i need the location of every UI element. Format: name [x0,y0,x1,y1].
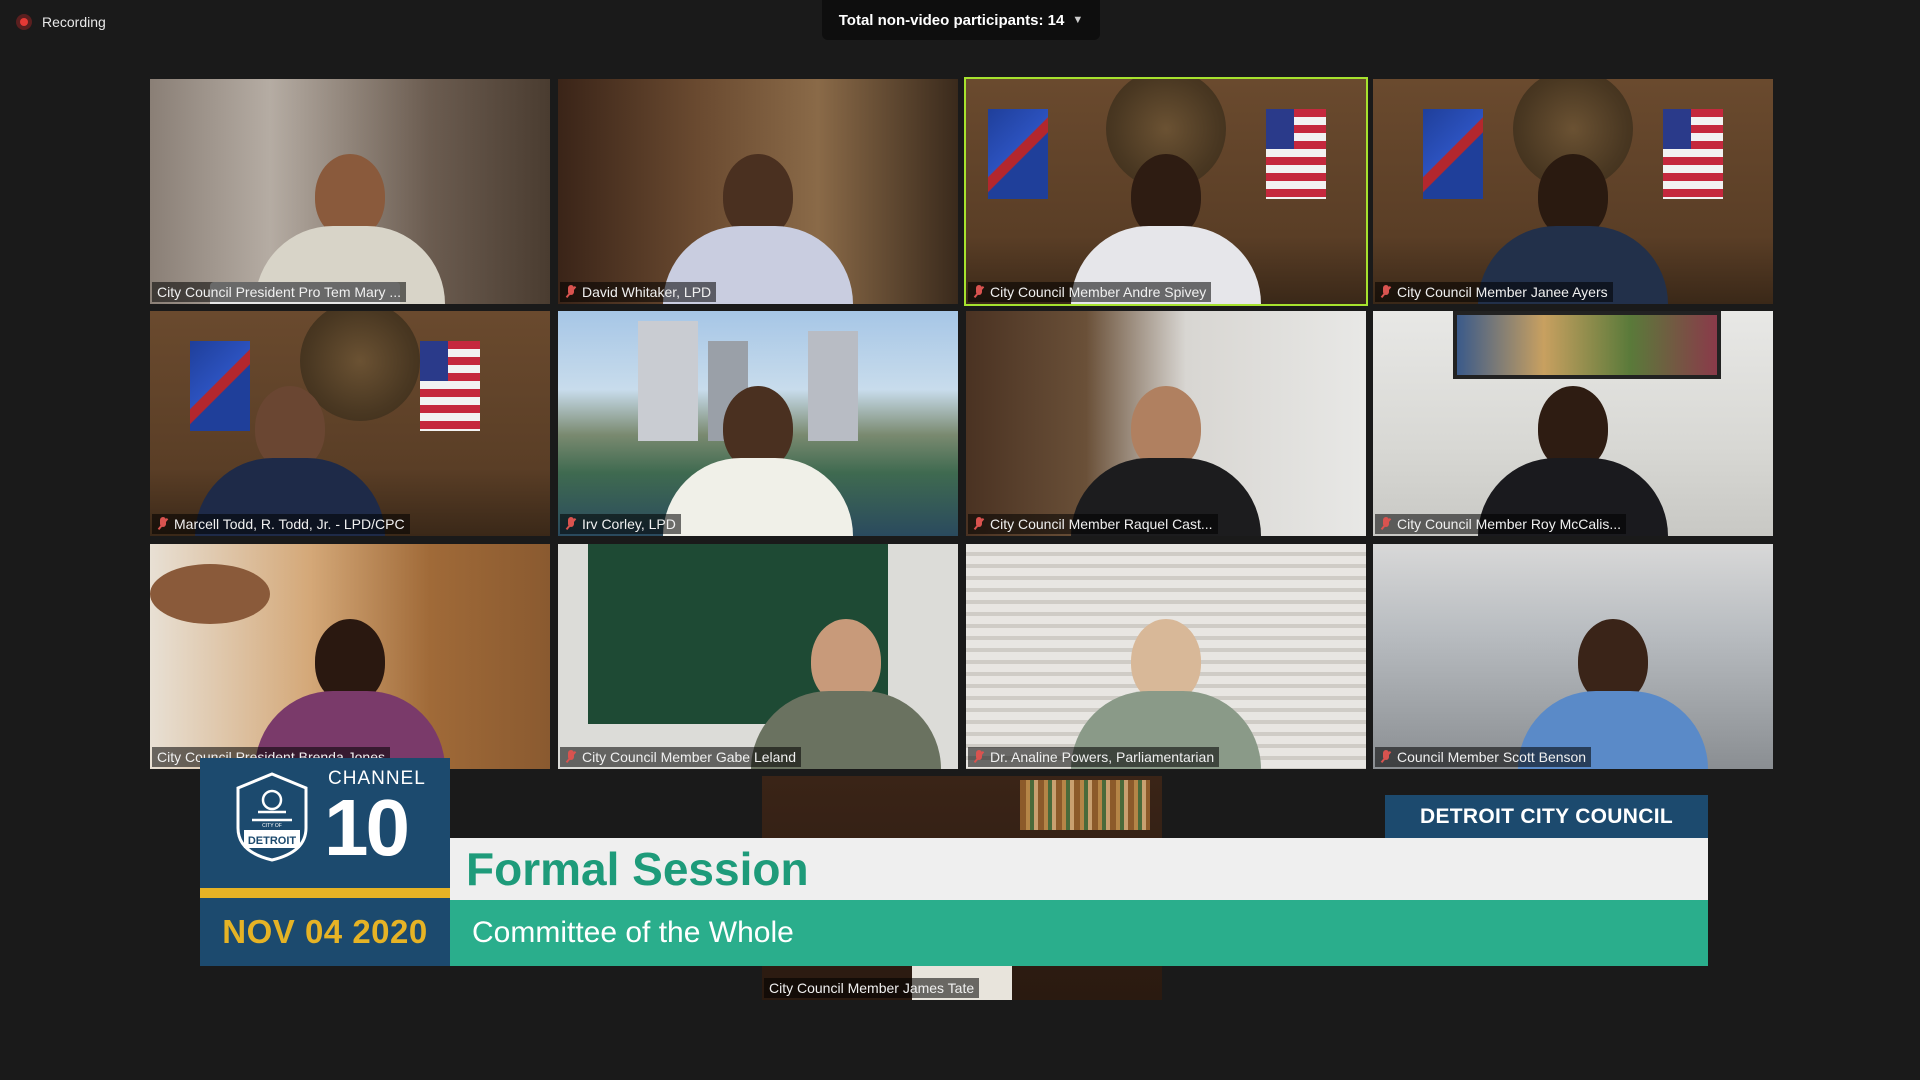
participant-name-tag: City Council Member Andre Spivey [968,282,1212,302]
video-tile-4[interactable]: City Council Member Janee Ayers [1373,79,1773,304]
video-tile-11[interactable]: Dr. Analine Powers, Parliamentarian [966,544,1366,769]
participants-label: Total non-video participants: 14 [838,11,1065,29]
muted-mic-icon [973,285,985,299]
participant-name-tag: City Council President Brenda Jones [152,747,391,767]
recording-label: Recording [42,14,106,30]
participant-name-tag: Marcell Todd, R. Todd, Jr. - LPD/CPC [152,514,410,534]
video-tile-featured[interactable]: City Council Member James Tate [762,776,1162,1000]
participant-name-tag: Dr. Analine Powers, Parliamentarian [968,747,1220,767]
video-tile-9[interactable]: City Council President Brenda Jones [150,544,550,769]
video-tile-5[interactable]: Marcell Todd, R. Todd, Jr. - LPD/CPC [150,311,550,536]
svg-text:CITY OF: CITY OF [262,823,282,829]
chevron-down-icon: ▼ [1072,14,1084,26]
participant-name-tag: City Council Member Roy McCalis... [1375,514,1627,534]
recording-indicator[interactable]: Recording [16,14,106,30]
muted-mic-icon [565,285,577,299]
muted-mic-icon [973,517,985,531]
city-flag [1423,109,1483,199]
us-flag [1663,109,1723,199]
video-tile-1[interactable]: City Council President Pro Tem Mary ... [150,79,550,304]
session-date: NOV 04 2020 [222,913,428,950]
video-tile-6[interactable]: Irv Corley, LPD [558,311,958,536]
video-tile-2[interactable]: David Whitaker, LPD [558,79,958,304]
recording-icon [16,14,32,30]
video-tile-8[interactable]: City Council Member Roy McCalis... [1373,311,1773,536]
video-tile-12[interactable]: Council Member Scott Benson [1373,544,1773,769]
city-of-detroit-logo-icon: DETROIT CITY OF [236,772,308,862]
video-tile-7[interactable]: City Council Member Raquel Cast... [966,311,1366,536]
us-flag [420,341,480,431]
city-flag [988,109,1048,199]
date-block: NOV 04 2020 [200,898,450,966]
participant-video [663,386,853,536]
participant-name-tag: David Whitaker, LPD [560,282,717,302]
video-tile-10[interactable]: City Council Member Gabe Leland [558,544,958,769]
session-subtitle: Committee of the Whole [472,916,794,949]
participant-name-tag: Council Member Scott Benson [1375,747,1592,767]
meeting-window: Recording Total non-video participants: … [0,0,1920,1080]
us-flag [1266,109,1326,199]
session-title: Formal Session [466,843,809,895]
muted-mic-icon [565,750,577,764]
channel-label: CHANNEL [328,768,426,789]
org-label: DETROIT CITY COUNCIL [1385,795,1708,838]
participant-name-tag: City Council President Pro Tem Mary ... [152,282,407,302]
participant-name-tag: City Council Member Janee Ayers [1375,282,1613,302]
gold-divider [200,888,450,898]
participant-name-tag: Irv Corley, LPD [560,514,681,534]
muted-mic-icon [1380,285,1392,299]
channel-10-block: DETROIT CITY OF CHANNEL 10 [200,758,450,888]
channel-number: 10 [324,783,410,872]
bookshelf [1020,780,1150,830]
muted-mic-icon [973,750,985,764]
svg-text:DETROIT: DETROIT [248,835,297,847]
muted-mic-icon [1380,750,1392,764]
non-video-participants-dropdown[interactable]: Total non-video participants: 14 ▼ [822,0,1100,40]
muted-mic-icon [157,517,169,531]
muted-mic-icon [565,517,577,531]
video-tile-3-active-speaker[interactable]: City Council Member Andre Spivey [964,77,1368,306]
participant-name-tag: City Council Member Gabe Leland [560,747,801,767]
participant-name-tag: City Council Member James Tate [764,978,980,998]
participant-name-tag: City Council Member Raquel Cast... [968,514,1218,534]
muted-mic-icon [1380,517,1392,531]
